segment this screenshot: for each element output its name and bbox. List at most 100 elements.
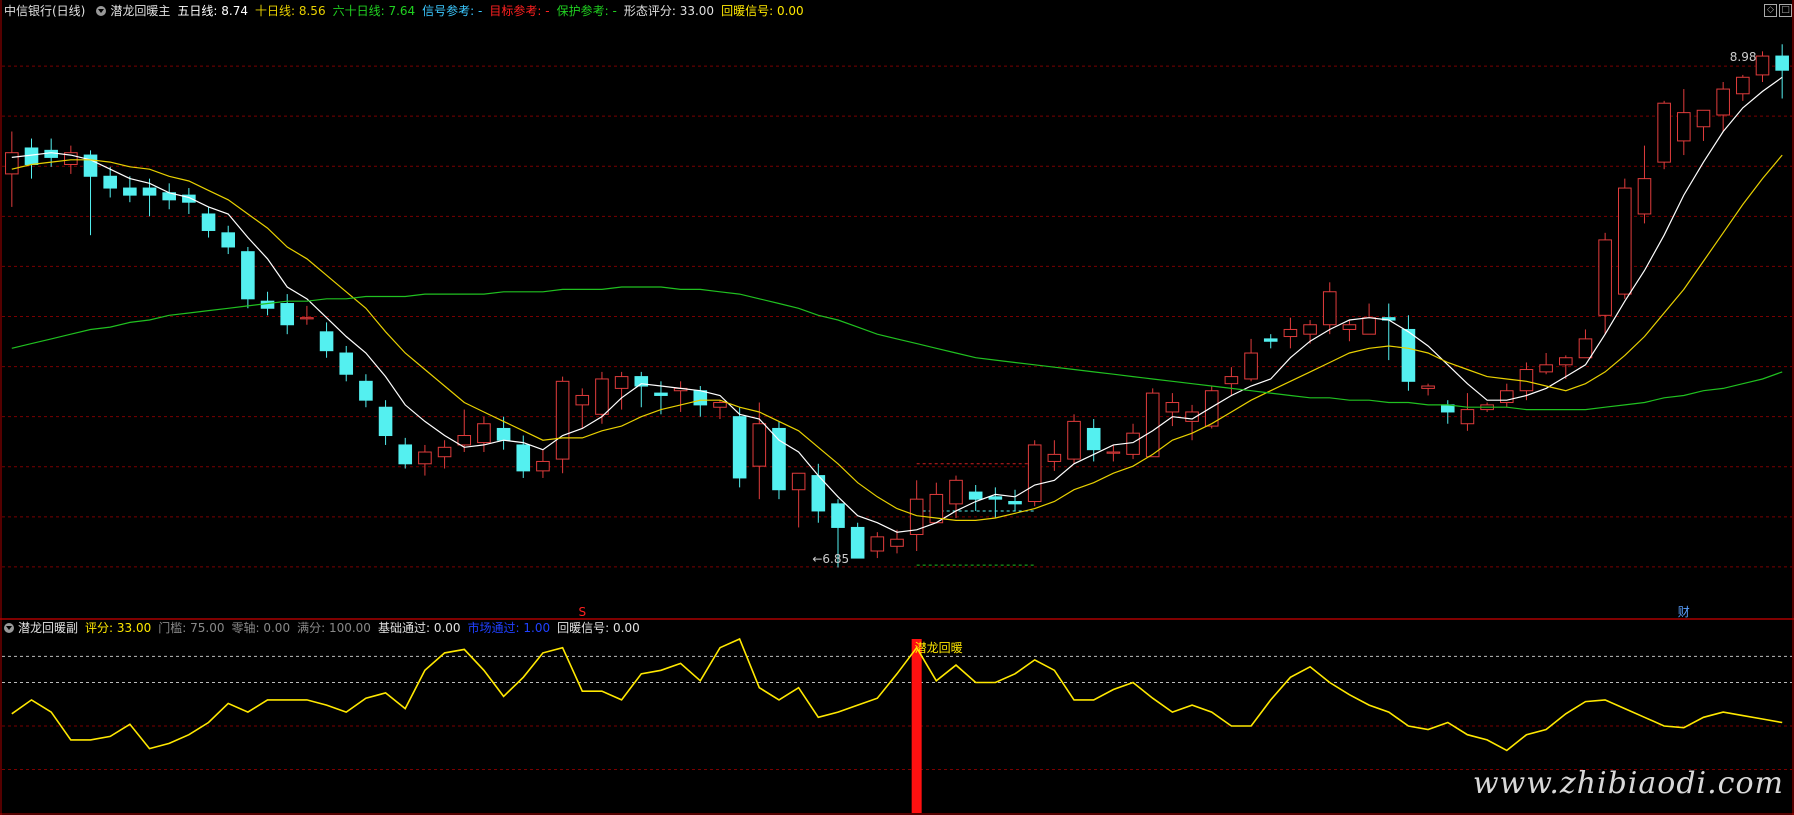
main-annotation: ←6.85 [812,552,849,566]
candle-body [555,380,570,460]
candle-body [1342,324,1357,330]
sub-score-value: 33.00 [116,621,152,635]
full-score-readout: 满分: 100.00 [297,617,371,639]
candle-body [1067,420,1081,460]
candle-body [1106,451,1121,454]
ma5-readout: 五日线: 8.74 [177,0,248,22]
ma-line [11,286,1783,411]
ma60-label: 六十日线: [332,4,385,18]
candle-body [496,427,511,441]
watermark: www.zhibiaodi.com [1472,766,1784,801]
threshold-readout: 门槛: 75.00 [158,617,224,639]
candle-body [142,187,157,196]
candle-body [1224,376,1239,385]
candle-body [378,406,393,437]
candle-body [575,394,590,406]
candle-body [1027,444,1042,503]
candle-body [988,496,1003,500]
candle-body [1303,324,1317,335]
target-ref-label: 目标参考: [489,4,542,18]
candle-body [870,536,885,552]
candle-body [1755,55,1770,76]
ma5-value: 8.74 [221,4,248,18]
candle-body [477,423,491,444]
candle-body [1362,317,1376,335]
candle-body [752,423,767,467]
zero-axis-value: 0.00 [263,621,291,635]
base-pass-value: 0.00 [433,621,461,635]
sub-warm-signal-readout: 回暖信号: 0.00 [557,617,640,639]
protect-ref-readout: 保护参考: - [557,0,617,22]
candle-body [359,380,373,401]
candle-body [123,187,137,196]
sub-warm-signal-value: 0.00 [613,621,640,635]
ma60-value: 7.64 [388,4,416,18]
candle-body [1401,328,1416,382]
warm-signal-readout: 回暖信号: 0.00 [721,0,804,22]
candle-body [1145,392,1160,458]
full-score-label: 满分: [297,621,326,635]
candle-body [516,444,531,472]
candle-body [1244,352,1258,380]
candle-body [5,152,19,175]
ma10-label: 十日线: [254,4,296,18]
candle-body [1086,427,1101,451]
full-score-value: 100.00 [328,621,371,635]
candle-body [1322,291,1337,326]
candle-body [1421,385,1435,389]
candle-body [1716,88,1730,116]
restore-window-icon[interactable]: ◇ [1764,4,1777,17]
sub-chart-header: 潜龙回暖副 评分: 33.00 门槛: 75.00 零轴: 0.00 满分: 1… [0,617,647,639]
candle-body [1578,338,1593,359]
sub-indicator-menu-icon[interactable] [4,623,14,633]
indicator-menu-icon[interactable] [96,6,107,16]
target-ref-readout: 目标参考: - [489,0,549,22]
candle-body [968,491,983,500]
candle-body [44,149,58,158]
main-chart-header: 中信银行(日线) 潜龙回暖主 五日线: 8.74 十日线: 8.56 六十日线:… [0,0,811,22]
signal-ref-readout: 信号参考: - [422,0,482,22]
candle-body [949,479,963,505]
score-label: 形态评分: [623,4,676,18]
ma10-value: 8.56 [298,4,326,18]
candle-body [1657,102,1671,163]
signal-ref-label: 信号参考: [422,4,475,18]
candle-body [1460,409,1475,425]
candle-body [1126,432,1140,455]
candle-body [1637,178,1652,215]
threshold-label: 门槛: [158,621,187,635]
main-annotation: 8.98 [1730,50,1757,64]
maximize-window-icon[interactable]: □ [1779,4,1792,17]
signal-ref-value: - [478,4,483,18]
main-indicator-name[interactable]: 潜龙回暖主 [110,0,170,22]
sub-indicator-name[interactable]: 潜龙回暖副 [18,617,78,639]
sub-score-readout: 评分: 33.00 [85,617,151,639]
candle-body [614,376,629,389]
candle-body [1736,76,1750,95]
target-ref-value: - [545,4,550,18]
candle-body [850,526,865,559]
candle-body [437,446,452,458]
candle-body [339,352,354,375]
candle-body [1165,402,1180,413]
candle-body [398,444,413,465]
candle-body [1677,112,1691,142]
base-pass-readout: 基础通过: 0.00 [378,617,461,639]
ma5-label: 五日线: [177,4,218,18]
protect-ref-value: - [612,4,617,18]
candle-body [457,435,472,446]
candle-body [241,251,255,300]
candle-body [319,331,334,352]
candle-body [221,232,236,248]
candle-body [791,472,806,491]
candle-body [1283,328,1298,338]
sub-score-label: 评分: [85,621,114,635]
candle-body [1598,239,1612,316]
warm-signal-label: 回暖信号: [721,4,774,18]
score-value: 33.00 [679,4,715,18]
zero-axis-readout: 零轴: 0.00 [231,617,290,639]
score-readout: 形态评分: 33.00 [624,0,714,22]
candle-body [260,300,275,309]
main-annotation: 财 [1678,605,1690,619]
candle-body [713,402,727,408]
